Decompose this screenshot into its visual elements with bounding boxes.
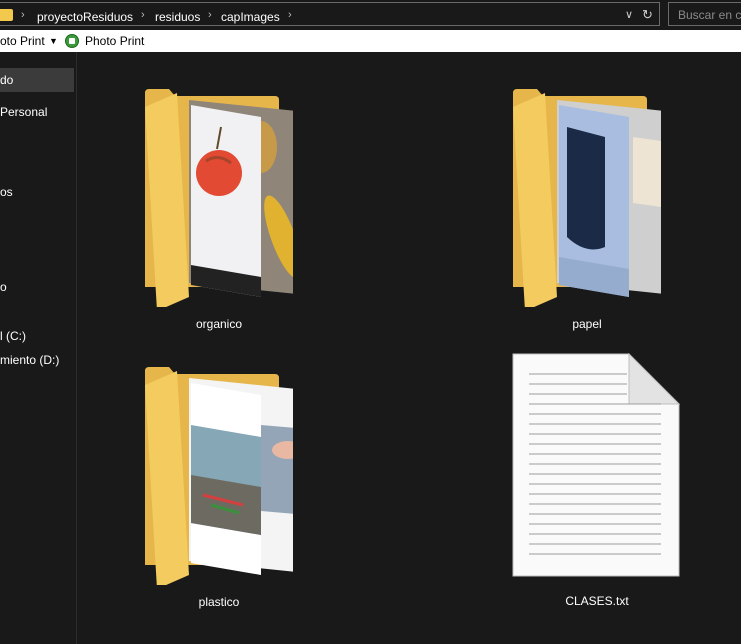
toolbar: oto Print ▼ Photo Print <box>0 30 741 52</box>
sidebar-item[interactable]: o <box>0 280 74 294</box>
sidebar-item[interactable]: os <box>0 185 74 199</box>
file-name-label: papel <box>572 317 602 331</box>
sidebar-item-label: do <box>0 73 14 87</box>
sidebar-item-drive-d[interactable]: miento (D:) <box>0 353 74 367</box>
photo-print-menu[interactable]: oto Print <box>0 34 45 48</box>
folder-icon <box>0 9 13 21</box>
search-placeholder: Buscar en ca <box>678 8 741 22</box>
file-name-label: plastico <box>198 595 240 609</box>
text-file-icon <box>512 352 681 577</box>
folder-icon <box>145 89 293 307</box>
breadcrumb[interactable]: › proyectoResiduos › residuos › capImage… <box>0 2 660 26</box>
refresh-icon[interactable]: ↻ <box>642 7 653 23</box>
sidebar-item-selected[interactable]: do <box>0 68 74 92</box>
sidebar-item-label: l (C:) <box>0 329 26 343</box>
sidebar-item-drive-c[interactable]: l (C:) <box>0 329 74 343</box>
file-name-label: CLASES.txt <box>565 594 629 608</box>
sidebar-item-label: miento (D:) <box>0 353 60 367</box>
photo-print-button[interactable]: Photo Print <box>85 34 144 48</box>
dropdown-arrow-icon[interactable]: ▼ <box>49 36 58 46</box>
history-dropdown-icon[interactable]: ∨ <box>625 8 633 21</box>
sidebar-item-label: Personal <box>0 105 48 119</box>
folder-icon <box>145 367 293 585</box>
folder-plastico[interactable]: plastico <box>129 365 309 615</box>
folder-icon <box>513 89 661 307</box>
sidebar-item-label: o <box>0 280 7 294</box>
sidebar-item-label: os <box>0 185 13 199</box>
search-input[interactable]: Buscar en ca <box>668 2 741 26</box>
chevron-right-icon[interactable]: › <box>141 9 145 21</box>
chevron-right-icon[interactable]: › <box>208 9 212 21</box>
chevron-right-icon[interactable]: › <box>21 9 25 21</box>
breadcrumb-item-proyectoresiduos[interactable]: proyectoResiduos <box>37 10 133 24</box>
navigation-pane: do Personal os o l (C:) miento (D:) <box>0 52 76 644</box>
folder-organico[interactable]: organico <box>129 87 309 337</box>
file-name-label: organico <box>195 317 243 331</box>
breadcrumb-item-capimages[interactable]: capImages <box>221 10 280 24</box>
folder-papel[interactable]: papel <box>497 87 677 337</box>
file-view: organico papel plastico CLASES.txt <box>77 52 741 644</box>
breadcrumb-item-residuos[interactable]: residuos <box>155 10 200 24</box>
photo-print-icon[interactable] <box>65 34 79 48</box>
chevron-right-icon[interactable]: › <box>288 9 292 21</box>
file-clases-txt[interactable]: CLASES.txt <box>497 352 681 614</box>
address-bar: › proyectoResiduos › residuos › capImage… <box>0 0 741 30</box>
sidebar-item-personal[interactable]: Personal <box>0 105 74 119</box>
